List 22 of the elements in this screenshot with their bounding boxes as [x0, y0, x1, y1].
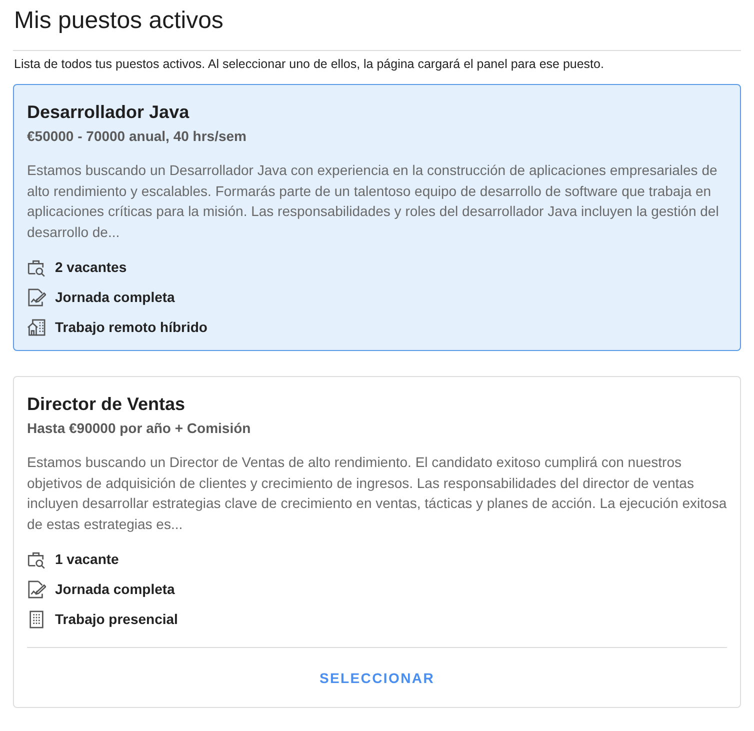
- briefcase-search-icon: [27, 550, 46, 568]
- select-button[interactable]: SELECCIONAR: [307, 660, 447, 696]
- building-icon: [27, 610, 46, 628]
- feature-label: Trabajo presencial: [55, 611, 178, 627]
- job-card[interactable]: [13, 84, 741, 351]
- page-description: Lista de todos tus puestos activos. Al seleccionar uno de ellos, la página cargará el panel para ese puesto.: [14, 56, 605, 72]
- feature-label: 2 vacantes: [55, 259, 127, 275]
- page-title: Mis puestos activos: [14, 6, 224, 35]
- job-title: Desarrollador Java: [27, 101, 190, 124]
- feature-label: Trabajo remoto híbrido: [55, 319, 208, 335]
- job-description: Estamos buscando un Desarrollador Java con experiencia en la construcción de aplicaciones empresariales de alto rendimiento y escalables. Formarás parte de un talentoso equipo de desarrollo de software que trabaja en aplicaciones críticas para la misión. Las responsabilidades y roles del desarrollador Java incluyen la gestión del desarrollo de...: [27, 161, 720, 242]
- feature-label: 1 vacante: [55, 551, 119, 567]
- document-pen-icon: [27, 288, 46, 306]
- feature-label: Jornada completa: [55, 289, 175, 305]
- job-description: Estamos buscando un Director de Ventas de alto rendimiento. El candidato exitoso cumplirá con nuestros objetivos de adquisición de clientes y crecimiento de ingresos. Las responsabilidades del director de ventas incluyen desarrollar estrategias clave de crecimiento en ventas, tácticas y planes de acción. La ejecución exitosa de estas estrategias es...: [27, 453, 727, 534]
- briefcase-search-icon: [27, 258, 46, 276]
- house-building-icon: [27, 318, 46, 336]
- job-title: Director de Ventas: [27, 393, 186, 416]
- document-pen-icon: [27, 580, 46, 598]
- salary-text: €50000 - 70000 anual, 40 hrs/sem: [27, 127, 248, 146]
- salary-text: Hasta €90000 por año + Comisión: [27, 419, 252, 438]
- feature-label: Jornada completa: [55, 581, 175, 597]
